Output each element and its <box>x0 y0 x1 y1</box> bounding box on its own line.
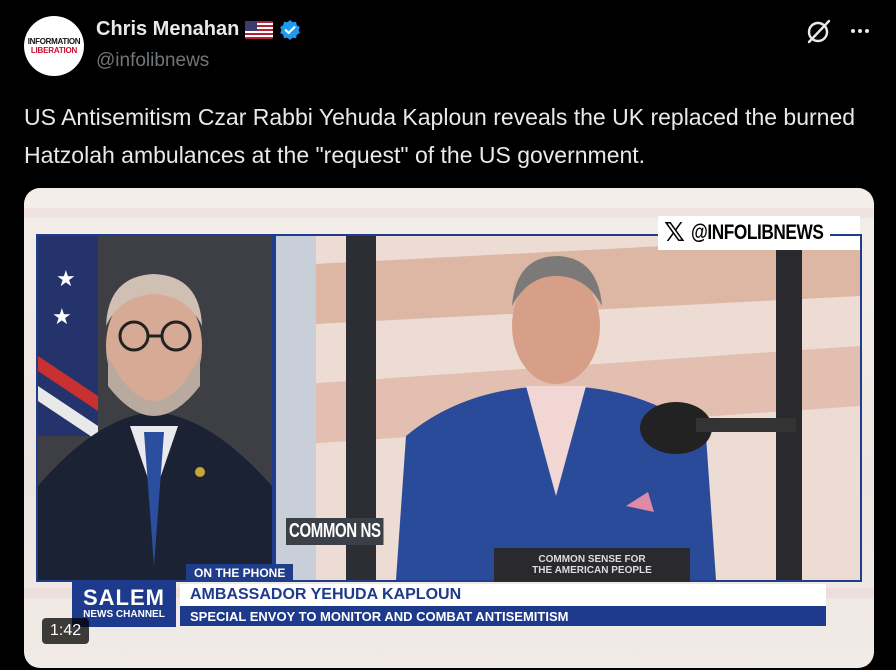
lower-third-title: SPECIAL ENVOY TO MONITOR AND COMBAT ANTI… <box>180 606 826 626</box>
x-logo-icon: 𝕏 <box>664 218 685 248</box>
lower-third-name: AMBASSADOR YEHUDA KAPLOUN <box>180 584 826 606</box>
network-name: SALEM <box>83 585 165 610</box>
author-display-name[interactable]: Chris Menahan <box>96 18 239 41</box>
svg-text:★: ★ <box>52 305 72 330</box>
author-handle[interactable]: @infolibnews <box>96 50 209 72</box>
background-set-text: COMMON NS <box>286 518 384 545</box>
guest-video-panel: ★ ★ <box>38 236 272 580</box>
watermark-handle: @INFOLIBNEWS <box>690 221 824 244</box>
watermark-rule <box>830 234 860 236</box>
svg-text:★: ★ <box>56 267 76 292</box>
avatar-text-bottom: LIBERATION <box>30 46 78 55</box>
grok-icon[interactable] <box>806 18 832 44</box>
desk-sign: COMMON SENSE FOR THE AMERICAN PEOPLE <box>494 548 690 582</box>
author-name-row: Chris Menahan <box>96 18 301 41</box>
watermark-badge: 𝕏 @INFOLIBNEWS <box>658 216 861 250</box>
author-avatar[interactable]: INFORMATION LIBERATION <box>24 16 84 76</box>
more-options-icon[interactable] <box>846 20 874 42</box>
network-sub: NEWS CHANNEL <box>83 609 165 620</box>
post-text: US Antisemitism Czar Rabbi Yehuda Kaplou… <box>24 104 856 168</box>
verified-badge-icon[interactable] <box>279 19 301 41</box>
avatar-text-top: INFORMATION <box>27 37 81 46</box>
video-player[interactable]: ★ ★ COMMON NS COMMON SENSE FOR THE AMERI… <box>24 188 874 668</box>
on-the-phone-label: ON THE PHONE <box>186 564 294 582</box>
video-duration: 1:42 <box>42 618 90 644</box>
us-flag-icon <box>245 20 274 39</box>
desk-sign-line2: THE AMERICAN PEOPLE <box>532 565 652 576</box>
desk-sign-line1: COMMON SENSE FOR <box>538 554 646 565</box>
